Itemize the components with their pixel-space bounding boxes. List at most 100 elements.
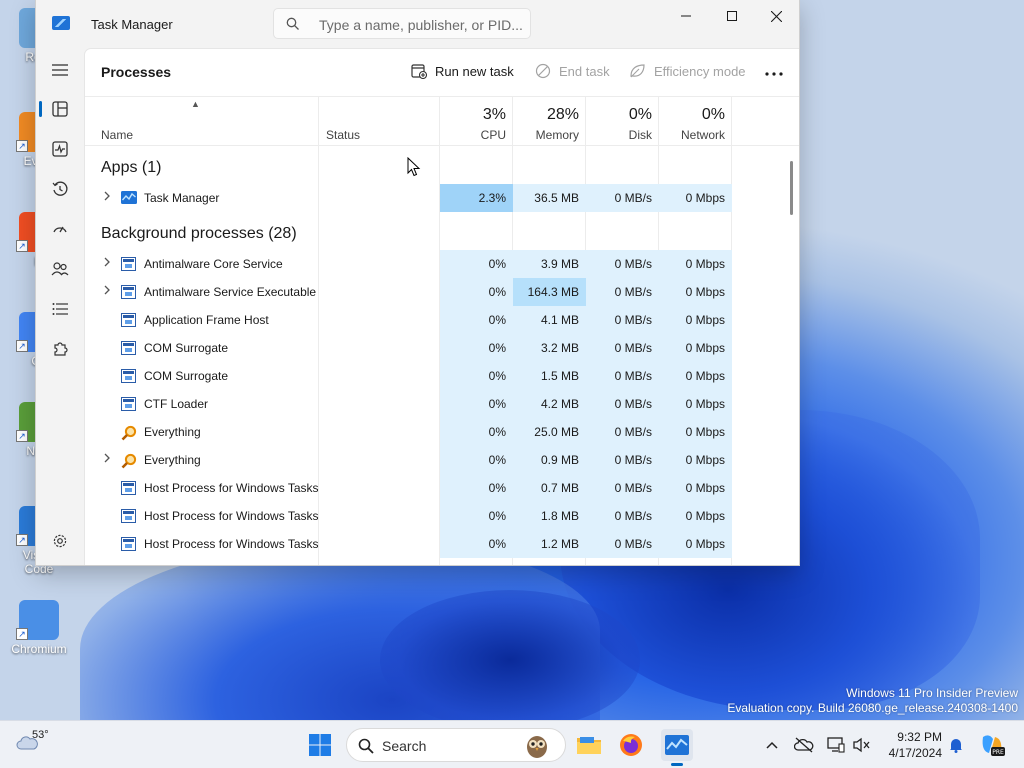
process-network: 0 Mbps <box>659 390 732 418</box>
windows-logo-icon <box>309 734 331 756</box>
table-row[interactable]: Everything 0% 25.0 MB 0 MB/s 0 Mbps <box>85 418 799 446</box>
network-tray-icon[interactable] <box>825 729 847 761</box>
system-clock[interactable]: 9:32 PM 4/17/2024 <box>880 729 942 761</box>
process-status <box>319 474 440 502</box>
process-cpu: 0% <box>440 250 513 278</box>
cpu-total: 3% <box>482 106 506 123</box>
process-memory: 3.9 MB <box>513 250 586 278</box>
taskbar-file-explorer[interactable] <box>573 729 605 761</box>
taskbar-search-box[interactable]: Search <box>346 728 566 762</box>
process-network: 0 Mbps <box>659 474 732 502</box>
table-row[interactable]: Host Process for Windows Tasks 0% 1.2 MB 0 … <box>85 530 799 558</box>
nav-processes[interactable] <box>39 93 76 125</box>
chevron-right-icon[interactable] <box>103 453 113 465</box>
column-header-disk[interactable]: 0% Disk <box>586 97 659 147</box>
shortcut-arrow-icon: ↗ <box>16 430 28 442</box>
nav-users[interactable] <box>44 253 76 285</box>
process-memory: 3.2 MB <box>513 334 586 362</box>
process-network: 0 Mbps <box>659 334 732 362</box>
table-row[interactable]: Antimalware Core Service 0% 3.9 MB 0 MB/s 0 … <box>85 250 799 278</box>
process-disk: 0 MB/s <box>586 390 659 418</box>
processes-icon <box>52 101 68 117</box>
run-new-task-button[interactable]: Run new task <box>411 63 514 79</box>
nav-app-history[interactable] <box>44 173 76 205</box>
process-cpu: 0% <box>440 306 513 334</box>
end-task-button[interactable]: End task <box>535 63 610 79</box>
table-row[interactable]: Host Process for Windows Tasks 0% 0.7 MB 0 … <box>85 474 799 502</box>
process-disk: 0 MB/s <box>586 446 659 474</box>
copilot-button[interactable]: PRE <box>978 729 1006 761</box>
table-row[interactable]: COM Surrogate 0% 3.2 MB 0 MB/s 0 Mbps <box>85 334 799 362</box>
column-header-name[interactable]: Name <box>101 128 133 142</box>
onedrive-tray-icon[interactable] <box>793 729 815 761</box>
column-header-memory[interactable]: 28% Memory <box>513 97 586 147</box>
process-name: Host Process for Windows Tasks <box>144 537 319 551</box>
service-icon <box>121 313 136 327</box>
column-header-status[interactable]: Status <box>326 128 360 142</box>
service-icon <box>121 285 136 299</box>
table-header: ▲ Name Status 3% CPU 28% Memory 0% Disk … <box>85 96 799 146</box>
chevron-right-icon[interactable] <box>103 257 113 269</box>
table-row[interactable]: Task Manager 2.3% 36.5 MB 0 MB/s 0 Mbps <box>85 184 799 212</box>
service-icon <box>121 397 136 411</box>
process-disk: 0 MB/s <box>586 418 659 446</box>
vertical-scrollbar[interactable] <box>790 161 793 215</box>
task-manager-app-icon <box>52 16 70 30</box>
gear-icon <box>53 534 67 548</box>
search-input[interactable]: Type a name, publisher, or PID... <box>273 8 531 39</box>
services-puzzle-icon <box>54 342 68 356</box>
start-button[interactable] <box>304 729 336 761</box>
process-cpu: 0% <box>440 418 513 446</box>
watermark-line: Evaluation copy. Build 26080.ge_release.… <box>727 701 1018 715</box>
process-status <box>319 502 440 530</box>
memory-total: 28% <box>546 106 579 123</box>
show-hidden-icons-button[interactable] <box>762 729 782 761</box>
nav-performance[interactable] <box>44 133 76 165</box>
table-row[interactable]: Application Frame Host 0% 4.1 MB 0 MB/s 0 Mb… <box>85 306 799 334</box>
nav-services[interactable] <box>44 333 76 365</box>
cpu-label: CPU <box>480 128 506 142</box>
nav-startup-apps[interactable] <box>44 213 76 245</box>
memory-label: Memory <box>535 128 579 142</box>
close-button[interactable] <box>753 0 799 32</box>
column-header-network[interactable]: 0% Network <box>659 97 732 147</box>
process-name: COM Surrogate <box>144 369 229 383</box>
more-options-button[interactable] <box>765 61 783 82</box>
desktop-shortcut[interactable]: ↗ Chromium <box>4 600 74 656</box>
monitor-network-icon <box>827 737 845 753</box>
hamburger-menu-button[interactable] <box>44 54 76 86</box>
process-network: 0 Mbps <box>659 250 732 278</box>
process-cpu: 0% <box>440 474 513 502</box>
title-bar[interactable]: Task Manager Type a name, publisher, or … <box>36 0 799 48</box>
minimize-button[interactable] <box>663 0 709 32</box>
process-cpu: 0% <box>440 502 513 530</box>
service-icon <box>121 509 136 523</box>
efficiency-mode-button[interactable]: Efficiency mode <box>629 63 746 79</box>
nav-settings[interactable] <box>44 525 76 557</box>
process-memory: 1.8 MB <box>513 502 586 530</box>
table-row[interactable]: Everything 0% 0.9 MB 0 MB/s 0 Mbps <box>85 446 799 474</box>
column-header-cpu[interactable]: 3% CPU <box>440 97 513 147</box>
chevron-right-icon[interactable] <box>103 285 113 297</box>
table-row[interactable]: Antimalware Service Executable 0% 164.3 MB… <box>85 278 799 306</box>
notifications-button[interactable] <box>946 729 966 761</box>
window-title: Task Manager <box>91 17 173 32</box>
taskbar-task-manager[interactable] <box>661 729 693 766</box>
processes-panel: Processes Run new task End task Efficien… <box>84 48 799 565</box>
table-row[interactable]: CTF Loader 0% 4.2 MB 0 MB/s 0 Mbps <box>85 390 799 418</box>
close-icon <box>770 10 782 22</box>
nav-details[interactable] <box>44 293 76 325</box>
cloud-offline-icon <box>794 737 814 753</box>
network-label: Network <box>680 128 725 142</box>
performance-icon <box>52 141 68 157</box>
group-header-background: Background processes (28) <box>101 225 297 242</box>
volume-tray-icon[interactable] <box>851 729 873 761</box>
taskbar-firefox[interactable] <box>615 729 647 761</box>
magnifier-icon <box>121 425 137 441</box>
navigation-rail <box>36 48 84 565</box>
table-row[interactable]: Host Process for Windows Tasks 0% 1.8 MB 0 … <box>85 502 799 530</box>
table-row[interactable]: COM Surrogate 0% 1.5 MB 0 MB/s 0 Mbps <box>85 362 799 390</box>
process-cpu: 2.3% <box>440 184 513 212</box>
chevron-right-icon[interactable] <box>103 191 113 203</box>
maximize-button[interactable] <box>709 0 755 32</box>
